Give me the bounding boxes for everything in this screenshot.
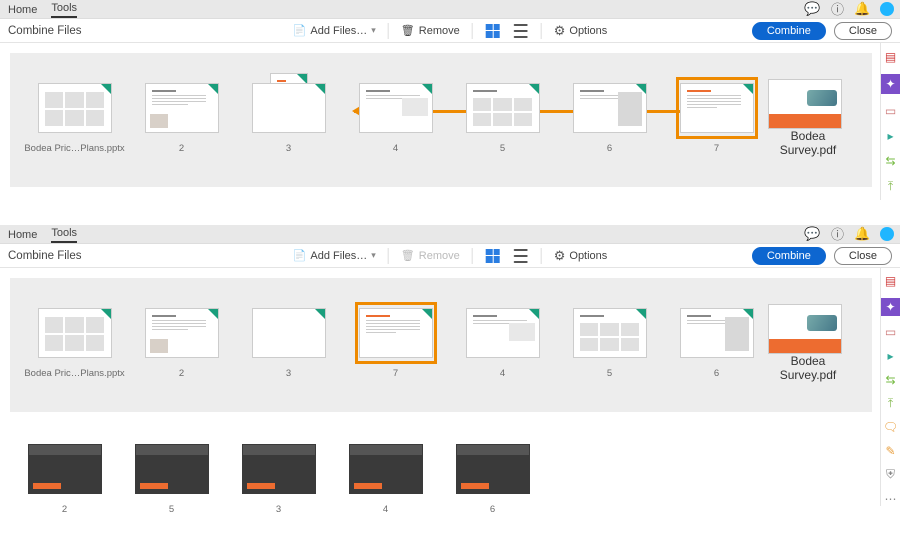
tool-title: Combine Files — [8, 250, 82, 262]
chevron-down-icon: ▾ — [371, 25, 376, 36]
page-thumb[interactable]: 5 — [557, 304, 662, 379]
trash-icon: 🗑 — [401, 24, 415, 37]
pdf-tool-icon[interactable]: ▤ — [883, 274, 899, 289]
file-thumb[interactable]: Bodea Survey.pdf — [768, 79, 848, 157]
page-thumb[interactable]: 3 — [236, 79, 341, 154]
grid-view-button[interactable] — [485, 23, 501, 39]
stamp-tool-icon[interactable]: ▭ — [883, 103, 899, 119]
chat-icon[interactable]: 💬 — [805, 226, 820, 241]
thumbnail-stage: Bodea Pric…Plans.pptx237456 Bodea Survey… — [10, 278, 872, 412]
page-thumb[interactable]: 7 — [343, 304, 448, 379]
export-tool-icon[interactable]: ▸ — [883, 128, 899, 144]
menu-tools[interactable]: Tools — [51, 2, 77, 18]
list-view-button[interactable] — [513, 248, 529, 264]
more-tool-b-icon[interactable]: ⋯ — [883, 491, 899, 506]
export-tool-icon[interactable]: ▸ — [883, 349, 899, 364]
more-tool-icon[interactable]: ⤒ — [883, 178, 899, 194]
page-thumb[interactable]: Bodea Pric…Plans.pptx — [22, 79, 127, 154]
remove-button[interactable]: 🗑 Remove — [401, 24, 460, 37]
gear-icon: ⚙ — [554, 248, 566, 264]
page-thumb[interactable]: 3 — [226, 440, 331, 515]
avatar[interactable] — [880, 2, 894, 16]
chevron-down-icon: ▾ — [371, 250, 376, 261]
close-button[interactable]: Close — [834, 247, 892, 265]
add-files-button[interactable]: 📄 Add Files… ▾ — [293, 249, 376, 262]
bell-icon[interactable]: 🔔 — [855, 1, 870, 16]
organize-tool-icon[interactable]: ⇆ — [883, 372, 899, 387]
help-icon[interactable]: ⓘ — [830, 226, 845, 241]
bell-icon[interactable]: 🔔 — [855, 226, 870, 241]
page-thumb[interactable]: 4 — [450, 304, 555, 379]
toolbar: Combine Files 📄 Add Files… ▾ 🗑 Remove ⚙ … — [0, 19, 900, 43]
right-rail: ▤ ✦ ▭ ▸ ⇆ ⤒ — [880, 43, 900, 200]
page-thumb[interactable]: 2 — [12, 440, 117, 515]
add-files-button[interactable]: 📄 Add Files… ▾ — [293, 24, 376, 37]
remove-button[interactable]: 🗑 Remove — [401, 249, 460, 262]
menubar: Home Tools 💬 ⓘ 🔔 — [0, 225, 900, 244]
file-thumb[interactable]: Bodea Survey.pdf — [768, 304, 848, 382]
trash-icon: 🗑 — [401, 249, 415, 262]
extra-thumbs: 25346 — [0, 422, 900, 533]
page-thumb[interactable]: 2 — [129, 79, 234, 154]
add-files-icon: 📄 — [293, 24, 307, 37]
divider — [541, 23, 542, 39]
options-button[interactable]: ⚙ Options — [554, 248, 608, 264]
chat-icon[interactable]: 💬 — [805, 1, 820, 16]
organize-tool-icon[interactable]: ⇆ — [883, 153, 899, 169]
tool-title: Combine Files — [8, 25, 82, 37]
grid-view-button[interactable] — [485, 248, 501, 264]
menu-home[interactable]: Home — [8, 4, 37, 18]
divider — [472, 23, 473, 39]
page-thumb[interactable]: 4 — [333, 440, 438, 515]
list-view-button[interactable] — [513, 23, 529, 39]
toolbar: Combine Files 📄 Add Files… ▾ 🗑 Remove ⚙ … — [0, 244, 900, 268]
gear-icon: ⚙ — [554, 23, 566, 39]
menu-tools[interactable]: Tools — [51, 227, 77, 243]
options-button[interactable]: ⚙ Options — [554, 23, 608, 39]
sign-tool-icon[interactable]: ✎ — [883, 444, 899, 459]
combine-button[interactable]: Combine — [752, 247, 826, 265]
more-tool-a-icon[interactable]: ⤒ — [883, 396, 899, 411]
stamp-tool-icon[interactable]: ▭ — [883, 325, 899, 340]
close-button[interactable]: Close — [834, 22, 892, 40]
page-thumb[interactable]: 4 — [343, 79, 448, 154]
page-thumb[interactable]: Bodea Pric…Plans.pptx — [22, 304, 127, 379]
right-rail: ▤ ✦ ▭ ▸ ⇆ ⤒ 🗨 ✎ ⛨ ⋯ — [880, 268, 900, 506]
page-thumb[interactable]: 5 — [119, 440, 224, 515]
combine-button[interactable]: Combine — [752, 22, 826, 40]
add-files-icon: 📄 — [293, 249, 307, 262]
combine-tool-icon[interactable]: ✦ — [881, 74, 900, 94]
menu-home[interactable]: Home — [8, 229, 37, 243]
pdf-tool-icon[interactable]: ▤ — [883, 49, 899, 65]
menubar: Home Tools 💬 ⓘ 🔔 — [0, 0, 900, 19]
page-thumb[interactable]: 5 — [450, 79, 555, 154]
page-thumb[interactable]: 6 — [664, 304, 769, 379]
comment-tool-icon[interactable]: 🗨 — [883, 420, 899, 435]
help-icon[interactable]: ⓘ — [830, 1, 845, 16]
avatar[interactable] — [880, 227, 894, 241]
page-thumb[interactable]: 6 — [557, 79, 662, 154]
divider — [388, 23, 389, 39]
shield-tool-icon[interactable]: ⛨ — [883, 467, 899, 482]
page-thumb[interactable]: 2 — [129, 304, 234, 379]
page-thumb[interactable]: 6 — [440, 440, 545, 515]
thumbnail-stage: Bodea Pric…Plans.pptx234567 Bodea Survey… — [10, 53, 872, 187]
page-thumb[interactable]: 3 — [236, 304, 341, 379]
page-thumb[interactable]: 7 — [664, 79, 769, 154]
combine-tool-icon[interactable]: ✦ — [881, 298, 900, 316]
